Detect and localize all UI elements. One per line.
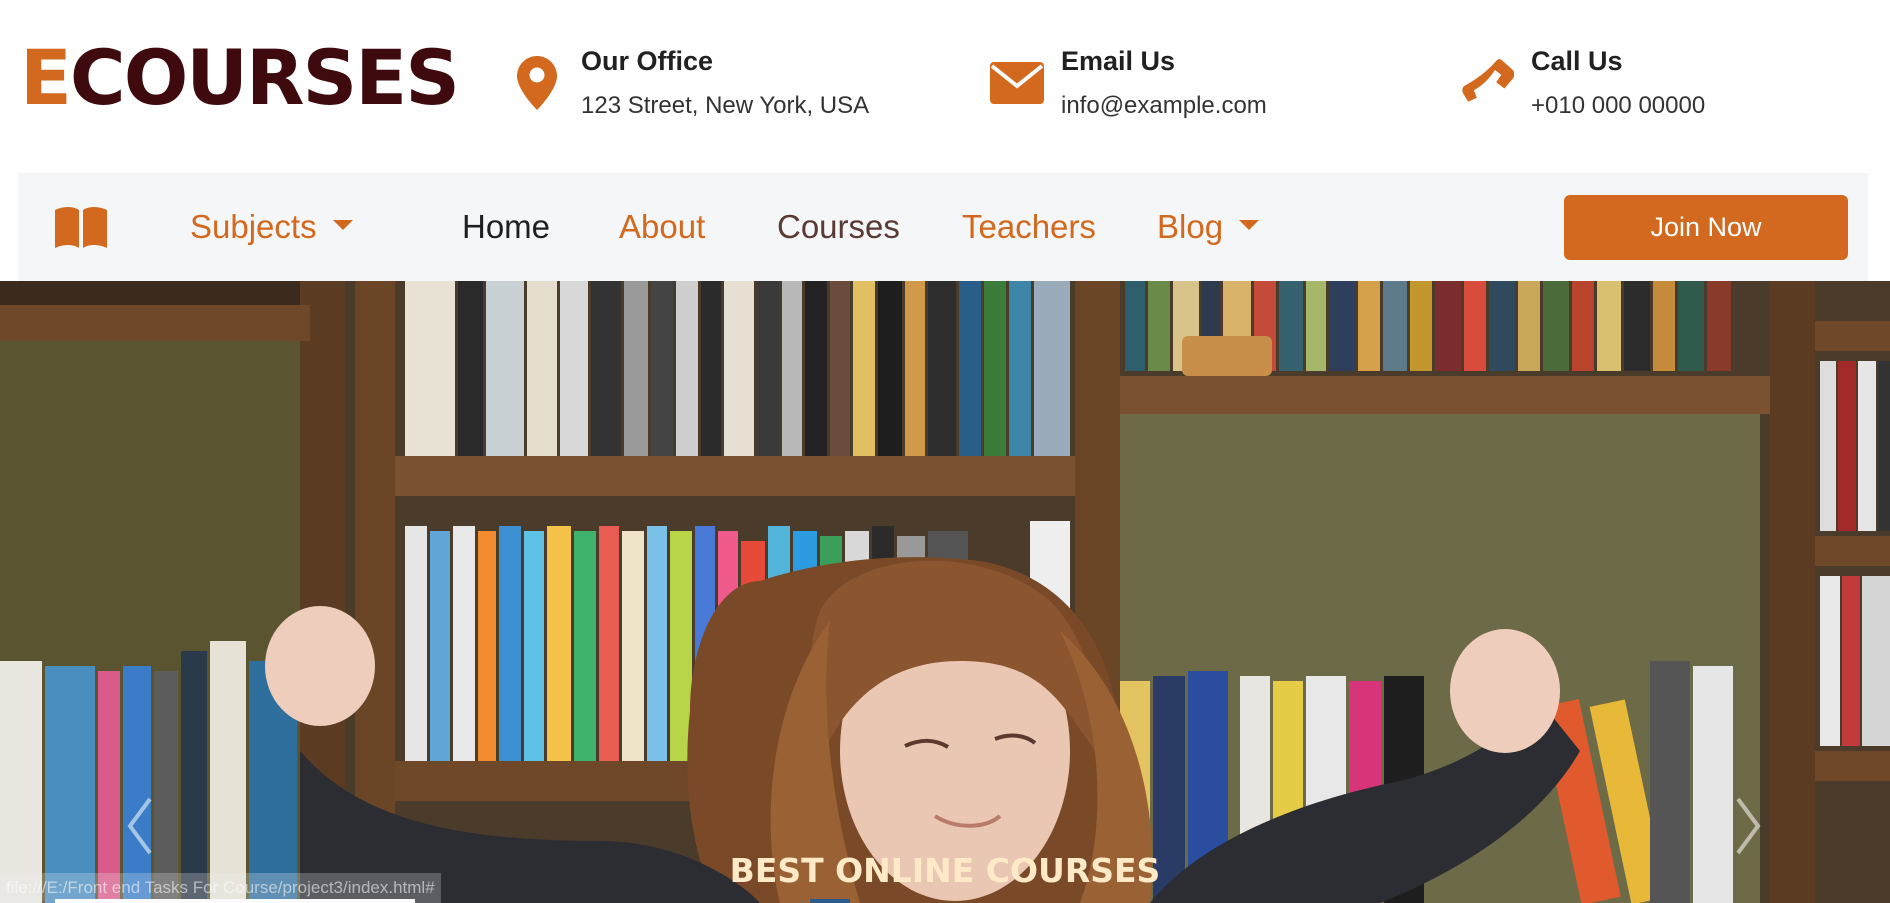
site-logo[interactable]: ECOURSES	[20, 40, 460, 116]
phone-number[interactable]: +010 000 00000	[1531, 92, 1705, 120]
book-icon[interactable]	[53, 206, 109, 250]
nav-teachers[interactable]: Teachers	[962, 208, 1096, 245]
browser-status-url: file:///E:/Front end Tasks For Course/pr…	[0, 873, 441, 903]
caret-down-icon	[1239, 220, 1260, 231]
logo-text: COURSES	[69, 33, 460, 122]
caret-down-icon	[332, 220, 353, 231]
main-navbar: Subjects Home About Courses Teachers Blo…	[18, 173, 1868, 281]
nav-home[interactable]: Home	[462, 208, 550, 245]
hero-background-image	[0, 281, 1890, 903]
envelope-icon	[990, 56, 1044, 110]
email-address[interactable]: info@example.com	[1061, 92, 1267, 120]
nav-subjects-dropdown[interactable]: Subjects	[190, 208, 353, 245]
office-title: Our Office	[581, 46, 714, 76]
office-address: 123 Street, New York, USA	[581, 92, 870, 119]
map-marker-icon	[510, 56, 564, 110]
office-info: Our Office 123 Street, New York, USA	[510, 44, 930, 124]
nav-about[interactable]: About	[619, 208, 705, 245]
carousel-indicator[interactable]	[810, 899, 850, 903]
nav-subjects-label: Subjects	[190, 208, 317, 245]
email-title: Email Us	[1061, 46, 1176, 76]
phone-icon	[1460, 56, 1514, 110]
email-info: Email Us info@example.com	[990, 44, 1410, 124]
hero-carousel: BEST ONLINE COURSES file:///E:/Front end…	[0, 281, 1890, 903]
logo-first-letter: E	[20, 33, 72, 122]
top-header: ECOURSES Our Office 123 Street, New York…	[0, 0, 1890, 174]
nav-blog-dropdown[interactable]: Blog	[1157, 208, 1260, 245]
call-info: Call Us +010 000 00000	[1460, 44, 1860, 124]
call-title: Call Us	[1531, 46, 1623, 76]
nav-blog-label: Blog	[1157, 208, 1224, 245]
nav-courses[interactable]: Courses	[777, 208, 900, 245]
join-now-button[interactable]: Join Now	[1564, 195, 1848, 260]
